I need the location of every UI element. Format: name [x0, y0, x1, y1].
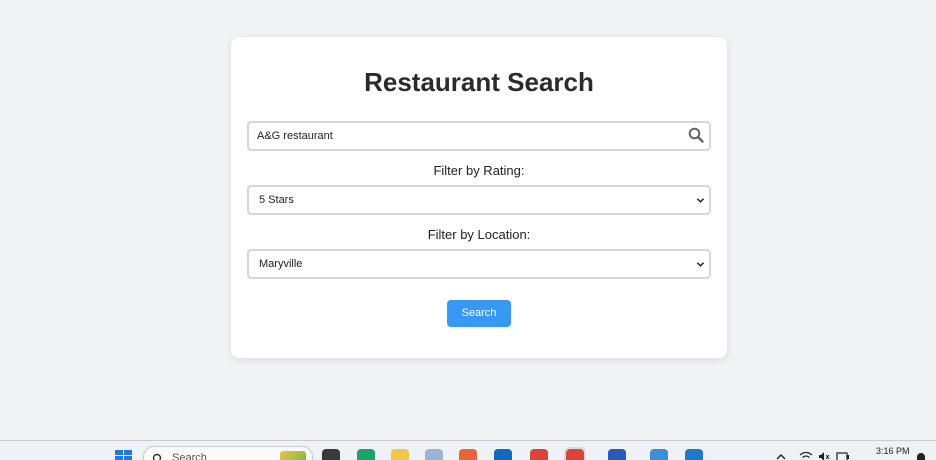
taskbar-search-label: Search — [172, 452, 207, 460]
taskbar: Search 3:16 PM — [0, 440, 936, 460]
location-select[interactable]: Maryville — [247, 249, 711, 279]
search-field[interactable] — [247, 121, 711, 151]
search-icon[interactable] — [688, 127, 704, 143]
page-title: Restaurant Search — [364, 67, 594, 97]
taskbar-clock[interactable]: 3:16 PM — [876, 446, 910, 456]
edge-icon[interactable] — [357, 449, 375, 460]
task-view-icon[interactable] — [322, 449, 340, 460]
chrome-icon[interactable] — [530, 449, 548, 460]
chevron-up-icon[interactable] — [776, 453, 786, 460]
search-input[interactable] — [249, 123, 669, 149]
location-filter-label: Filter by Location: — [427, 227, 531, 242]
rating-select-value: 5 Stars — [259, 194, 294, 206]
battery-icon[interactable] — [836, 451, 850, 460]
app-icon[interactable] — [425, 449, 443, 460]
chevron-down-icon — [696, 198, 705, 203]
search-icon — [152, 453, 162, 460]
rating-select[interactable]: 5 Stars — [247, 185, 711, 215]
vscode-icon[interactable] — [685, 449, 703, 460]
folder-icon[interactable] — [391, 449, 409, 460]
chrome-active-icon[interactable] — [564, 447, 586, 460]
outlook-icon[interactable] — [494, 449, 512, 460]
notification-icon[interactable] — [917, 453, 925, 460]
volume-muted-icon[interactable] — [818, 451, 830, 460]
firefox-icon[interactable] — [459, 449, 477, 460]
chevron-down-icon — [696, 262, 705, 267]
wifi-icon[interactable] — [799, 451, 813, 460]
windows-start-icon[interactable] — [115, 450, 133, 460]
location-select-value: Maryville — [259, 258, 303, 270]
rating-filter-label: Filter by Rating: — [433, 163, 525, 178]
word-icon[interactable] — [608, 449, 626, 460]
search-highlight-icon — [280, 451, 306, 460]
search-button[interactable]: Search — [447, 300, 511, 327]
notepad-icon[interactable] — [650, 449, 668, 460]
search-card: Restaurant Search Filter by Rating: 5 St… — [231, 37, 727, 358]
taskbar-search[interactable]: Search — [143, 446, 313, 460]
